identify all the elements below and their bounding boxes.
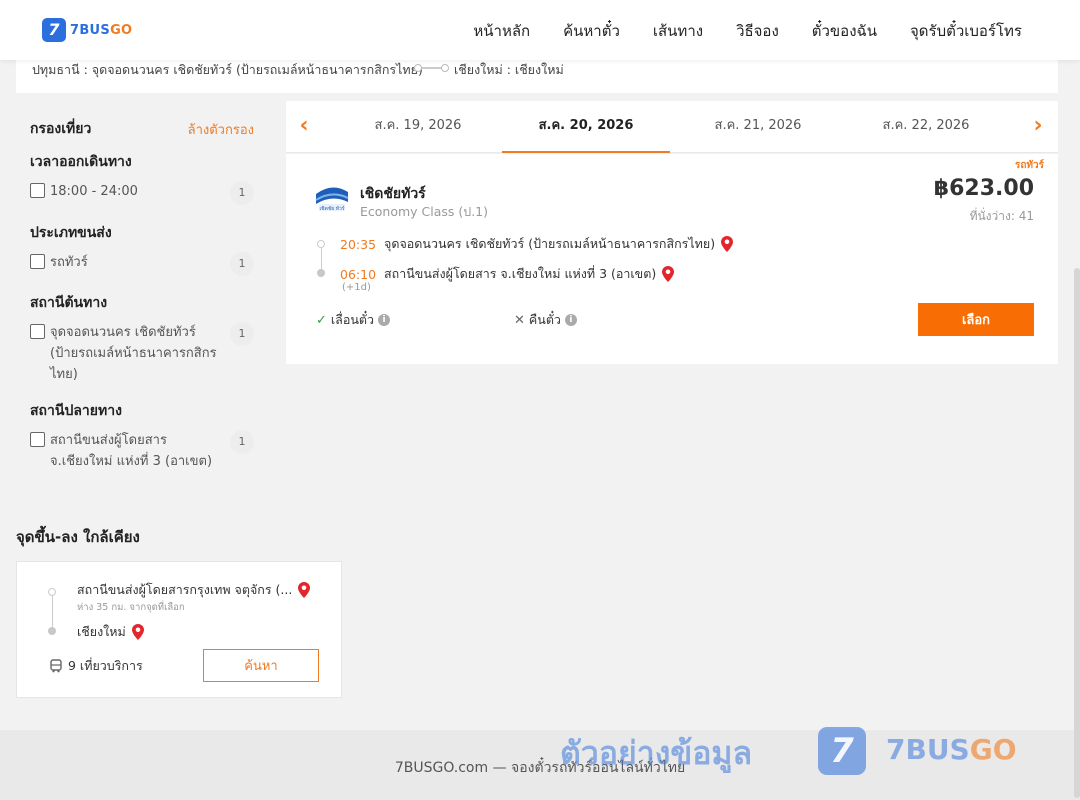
filter-option-label: จุดจอดนวนคร เชิดชัยทัวร์ (ป้ายรถเมล์หน้า… xyxy=(50,325,217,382)
cross-icon: ✕ xyxy=(514,312,525,328)
trip-card: รถทัวร์ เชิดชัย ทัวร์ เชิดชัยทัวร์ Econo… xyxy=(286,154,1058,364)
timeline-line xyxy=(52,592,53,630)
checkbox[interactable] xyxy=(30,254,45,269)
route-summary: ปทุมธานี : จุดจอดนวนคร เชิดชัยทัวร์ (ป้า… xyxy=(16,60,1058,93)
filter-option[interactable]: สถานีขนส่งผู้โดยสาร จ.เชียงใหม่ แห่งที่ … xyxy=(30,430,254,472)
checkbox[interactable] xyxy=(30,324,45,339)
filter-count-badge: 1 xyxy=(230,252,254,276)
arrival-stop: 06:10 สถานีขนส่งผู้โดยสาร จ.เชียงใหม่ แห… xyxy=(340,264,675,284)
filter-count-badge: 1 xyxy=(230,430,254,454)
nearby-distance: ห่าง 35 กม. จากจุดที่เลือก xyxy=(77,602,185,613)
page-scrollbar[interactable] xyxy=(1074,268,1080,798)
checkbox[interactable] xyxy=(30,432,45,447)
refund-policy: ✕ คืนตั๋ว i xyxy=(514,310,577,330)
info-icon[interactable]: i xyxy=(378,314,391,326)
timeline-end-dot xyxy=(48,627,56,635)
transport-type-badge: รถทัวร์ xyxy=(1014,160,1044,171)
date-tab[interactable]: ส.ค. 21, 2026 xyxy=(674,101,842,153)
watermark-logo-badge: 7 xyxy=(818,727,866,775)
arrival-time: 06:10 xyxy=(340,266,377,282)
filter-title: กรองเที่ยว xyxy=(30,121,92,137)
timeline-start-dot xyxy=(48,588,56,596)
filter-option-label: สถานีขนส่งผู้โดยสาร จ.เชียงใหม่ แห่งที่ … xyxy=(50,433,213,469)
nav-how-to-book[interactable]: วิธีจอง xyxy=(736,19,779,43)
bus-icon xyxy=(50,659,62,673)
nearby-destination: เชียงใหม่ xyxy=(77,622,144,642)
filter-group-title: ประเภทขนส่ง xyxy=(30,225,112,241)
filter-option-label: รถทัวร์ xyxy=(50,255,88,270)
filter-count-badge: 1 xyxy=(230,322,254,346)
clear-filters-link[interactable]: ล้างตัวกรอง xyxy=(188,119,254,140)
watermark-text: ตัวอย่างข้อมูล xyxy=(560,734,753,772)
date-tab[interactable]: ส.ค. 19, 2026 xyxy=(334,101,502,153)
map-pin-icon[interactable] xyxy=(662,266,675,282)
nav-home[interactable]: หน้าหลัก xyxy=(473,19,530,43)
departure-time: 20:35 xyxy=(340,236,377,252)
nearby-trip-count: 9 เที่ยวบริการ xyxy=(49,656,143,676)
route-destination: เชียงใหม่ : เชียงใหม่ xyxy=(454,62,564,77)
filter-group-title: เวลาออกเดินทาง xyxy=(30,154,132,170)
departure-station: จุดจอดนวนคร เชิดชัยทัวร์ (ป้ายรถเมล์หน้า… xyxy=(384,236,716,251)
date-tab-active[interactable]: ส.ค. 20, 2026 xyxy=(502,101,670,153)
nearby-route-card: สถานีขนส่งผู้โดยสารกรุงเทพ จตุจักร (... … xyxy=(16,561,342,698)
departure-stop: 20:35 จุดจอดนวนคร เชิดชัยทัวร์ (ป้ายรถเม… xyxy=(340,234,734,254)
filter-option-label: 18:00 - 24:00 xyxy=(50,184,138,199)
nearby-destination-label: เชียงใหม่ xyxy=(77,624,126,639)
logo-badge: 7 xyxy=(42,18,66,42)
chevron-right-icon[interactable]: › xyxy=(1028,115,1048,137)
watermark-brand: 7BUSGO xyxy=(886,733,1017,766)
logo-text: 7BUSGO xyxy=(70,22,133,38)
nearby-origin-label: สถานีขนส่งผู้โดยสารกรุงเทพ จตุจักร (... xyxy=(77,582,293,597)
nearby-search-button[interactable]: ค้นหา xyxy=(203,649,319,682)
filter-option[interactable]: รถทัวร์ 1 xyxy=(30,252,254,276)
date-tab[interactable]: ส.ค. 22, 2026 xyxy=(842,101,1010,153)
change-ticket-policy: ✓ เลื่อนตั๋ว i xyxy=(316,310,391,330)
nav-search-tickets[interactable]: ค้นหาตั๋ว xyxy=(563,19,620,43)
service-class: Economy Class (ป.1) xyxy=(360,204,489,219)
seats-available: ที่นั่งว่าง: 41 xyxy=(969,209,1034,223)
timeline-end-dot xyxy=(317,269,325,277)
filter-group-transport-type: ประเภทขนส่ง รถทัวร์ 1 xyxy=(30,222,254,276)
ticket-price: ฿623.00 xyxy=(933,176,1034,201)
filter-group-title: สถานีปลายทาง xyxy=(30,403,122,419)
next-day-indicator: (+1d) xyxy=(342,282,371,293)
filter-option[interactable]: 18:00 - 24:00 1 xyxy=(30,181,254,205)
nav-pickup-points-phone[interactable]: จุดรับตั๋วเบอร์โทร xyxy=(910,19,1022,43)
map-pin-icon[interactable] xyxy=(298,582,311,598)
filter-option[interactable]: จุดจอดนวนคร เชิดชัยทัวร์ (ป้ายรถเมล์หน้า… xyxy=(30,322,254,385)
nearby-origin: สถานีขนส่งผู้โดยสารกรุงเทพ จตุจักร (... xyxy=(77,580,337,600)
nearby-section-title: จุดขึ้น-ลง ใกล้เคียง xyxy=(16,528,140,546)
info-icon[interactable]: i xyxy=(564,314,577,326)
filter-group-departure-time: เวลาออกเดินทาง 18:00 - 24:00 1 xyxy=(30,151,254,205)
filter-group-title: สถานีต้นทาง xyxy=(30,295,108,311)
site-logo[interactable]: 7 7BUSGO xyxy=(42,18,132,42)
chevron-left-icon[interactable]: ‹ xyxy=(294,115,314,137)
filter-group-origin-station: สถานีต้นทาง จุดจอดนวนคร เชิดชัยทัวร์ (ป้… xyxy=(30,292,254,385)
filter-count-badge: 1 xyxy=(230,181,254,205)
main-nav: หน้าหลัก ค้นหาตั๋ว เส้นทาง วิธีจอง ตั๋วข… xyxy=(440,19,1022,43)
date-selector: ‹ ส.ค. 19, 2026 ส.ค. 20, 2026 ส.ค. 21, 2… xyxy=(286,101,1058,153)
map-pin-icon[interactable] xyxy=(721,236,734,252)
timeline-start-dot xyxy=(317,240,325,248)
nav-my-tickets[interactable]: ตั๋วของฉัน xyxy=(812,19,877,43)
policy-label: เลื่อนตั๋ว xyxy=(330,312,375,327)
arrival-station: สถานีขนส่งผู้โดยสาร จ.เชียงใหม่ แห่งที่ … xyxy=(384,266,657,281)
trip-count-label: 9 เที่ยวบริการ xyxy=(68,658,143,673)
select-trip-button[interactable]: เลือก xyxy=(918,303,1034,336)
operator-logo-text: เชิดชัย ทัวร์ xyxy=(319,205,344,212)
policy-label: คืนตั๋ว xyxy=(528,312,561,327)
nav-routes[interactable]: เส้นทาง xyxy=(653,19,703,43)
top-navbar: 7 7BUSGO หน้าหลัก ค้นหาตั๋ว เส้นทาง วิธี… xyxy=(0,0,1080,60)
checkbox[interactable] xyxy=(30,183,45,198)
check-icon: ✓ xyxy=(316,312,327,328)
route-connector-icon xyxy=(414,64,449,72)
filter-panel: กรองเที่ยว ล้างตัวกรอง xyxy=(30,118,254,140)
filter-group-destination-station: สถานีปลายทาง สถานีขนส่งผู้โดยสาร จ.เชียง… xyxy=(30,400,254,472)
route-origin: ปทุมธานี : จุดจอดนวนคร เชิดชัยทัวร์ (ป้า… xyxy=(32,62,423,77)
map-pin-icon[interactable] xyxy=(131,624,144,640)
operator-logo: เชิดชัย ทัวร์ xyxy=(315,187,349,212)
